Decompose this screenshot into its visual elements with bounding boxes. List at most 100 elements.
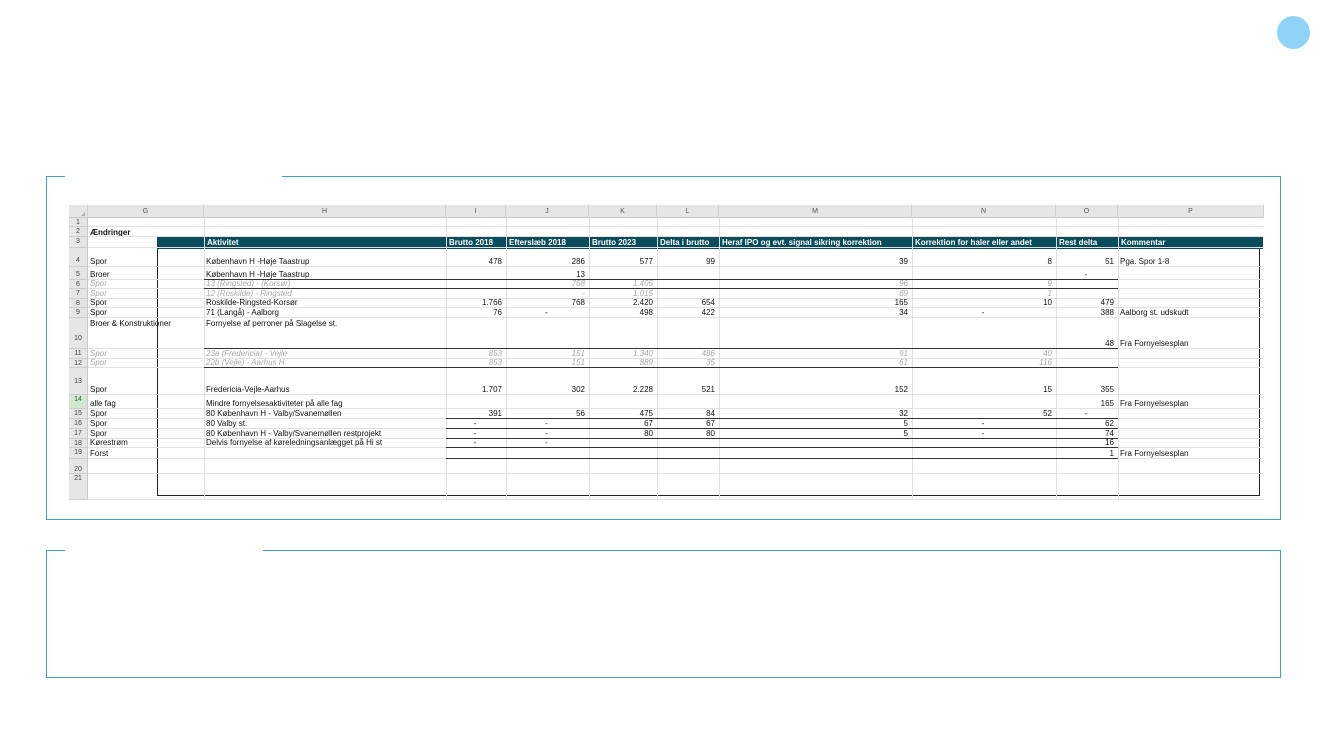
cell-k8[interactable]: 2.420	[591, 298, 653, 308]
cell-m13[interactable]: 152	[721, 385, 908, 395]
row-header-11[interactable]: 11	[69, 349, 88, 359]
cell-g15[interactable]: Spor	[90, 409, 200, 419]
row-header-8[interactable]: 8	[69, 299, 88, 308]
header-h: Aktivitet	[207, 238, 239, 247]
cell-n4[interactable]: 8	[914, 257, 1052, 267]
cell-g16[interactable]: Spor	[90, 419, 200, 429]
row-header-5[interactable]: 5	[69, 267, 88, 280]
cell-h10[interactable]: Fornyelse af perroner på Slagelse st.	[206, 319, 442, 329]
cell-i13[interactable]: 1.707	[448, 385, 502, 395]
panel-title-gap	[65, 175, 282, 179]
cell-g13[interactable]: Spor	[90, 385, 200, 395]
column-header-j[interactable]: J	[506, 205, 589, 218]
cell-k4[interactable]: 577	[591, 257, 653, 267]
cell-g19[interactable]: Forst	[90, 449, 200, 459]
cell-o4[interactable]: 51	[1058, 257, 1114, 267]
row-header-17[interactable]: 17	[69, 429, 88, 439]
cell-g4[interactable]: Spor	[90, 257, 200, 267]
header-n: Korrektion for haler eller andet	[915, 238, 1032, 247]
cell-h18[interactable]: Delvis fornyelse af køreledningsanlægget…	[206, 438, 442, 448]
cell-o9[interactable]: 388	[1058, 308, 1114, 318]
column-header-h[interactable]: H	[204, 205, 446, 218]
header-g: Fag	[91, 238, 106, 247]
row-header-4[interactable]: 4	[69, 248, 88, 267]
cell-i4[interactable]: 478	[448, 257, 502, 267]
cell-h16[interactable]: 80 Valby st.	[206, 419, 442, 429]
header-o: Rest delta	[1059, 238, 1098, 247]
header-k: Brutto 2023	[592, 238, 637, 247]
row-header-15[interactable]: 15	[69, 409, 88, 419]
cell-g10[interactable]: Broer & Konstruktioner	[90, 319, 200, 329]
row-header-7[interactable]: 7	[69, 289, 88, 299]
cell-h15[interactable]: 80 København H - Valby/Svanemøllen	[206, 409, 442, 419]
cell-i8[interactable]: 1.766	[448, 298, 502, 308]
cell-n13[interactable]: 15	[914, 385, 1052, 395]
column-header-o[interactable]: O	[1056, 205, 1118, 218]
grid-row-line	[88, 473, 1264, 474]
row-header-20[interactable]: 20	[69, 459, 88, 474]
cell-o14[interactable]: 165	[1058, 399, 1114, 409]
table-rule	[446, 418, 1118, 419]
cell-m4[interactable]: 39	[721, 257, 908, 267]
row-header-3[interactable]: 3	[69, 237, 88, 248]
cell-j9[interactable]: -	[508, 308, 585, 318]
cell-h8[interactable]: Roskilde-Ringsted-Korsør	[206, 298, 442, 308]
cell-g9[interactable]: Spor	[90, 308, 200, 318]
cell-j8[interactable]: 768	[508, 298, 585, 308]
cell-h14[interactable]: Mindre fornyelsesaktiviteter på alle fag	[206, 399, 442, 409]
cell-g14[interactable]: alle fag	[90, 399, 200, 409]
column-header-k[interactable]: K	[589, 205, 657, 218]
cell-g18[interactable]: Kørestrøm	[90, 438, 200, 448]
cell-o13[interactable]: 355	[1058, 385, 1114, 395]
cell-k13[interactable]: 2.228	[591, 385, 653, 395]
cell-p4[interactable]: Pga. Spor 1-8	[1120, 257, 1260, 267]
column-header-p[interactable]: P	[1118, 205, 1264, 218]
cell-j4[interactable]: 286	[508, 257, 585, 267]
cell-h4[interactable]: København H -Høje Taastrup	[206, 257, 442, 267]
row-header-14[interactable]: 14	[69, 395, 88, 409]
row-header-19[interactable]: 19	[69, 448, 88, 459]
cell-n9[interactable]: -	[914, 308, 1052, 318]
column-header-bar: GHIJKLMNOP	[69, 205, 1264, 218]
cell-l8[interactable]: 654	[659, 298, 715, 308]
row-header-2[interactable]: 2	[69, 227, 88, 237]
cell-h13[interactable]: Fredericia-Vejle-Aarhus	[206, 385, 442, 395]
row-header-1[interactable]: 1	[69, 218, 88, 227]
cell-l9[interactable]: 422	[659, 308, 715, 318]
cell-g8[interactable]: Spor	[90, 298, 200, 308]
table-rule	[446, 458, 1118, 459]
cell-i9[interactable]: 76	[448, 308, 502, 318]
row-header-12[interactable]: 12	[69, 359, 88, 368]
cell-h9[interactable]: 71 (Langå) - Aalborg	[206, 308, 442, 318]
cell-g12[interactable]: Spor	[90, 358, 200, 368]
row-header-18[interactable]: 18	[69, 439, 88, 448]
cell-l4[interactable]: 99	[659, 257, 715, 267]
cell-n8[interactable]: 10	[914, 298, 1052, 308]
row-header-21[interactable]: 21	[69, 474, 88, 500]
row-header-9[interactable]: 9	[69, 308, 88, 318]
table-rule	[204, 348, 1118, 349]
row-header-6[interactable]: 6	[69, 280, 88, 289]
cell-p10[interactable]: Fra Fornyelsesplan	[1120, 339, 1260, 349]
row-header-13[interactable]: 13	[69, 368, 88, 395]
cell-l13[interactable]: 521	[659, 385, 715, 395]
select-all-corner[interactable]	[69, 205, 88, 218]
spreadsheet: GHIJKLMNOP Ændringer 1 2 3 4 5 6 7 8 9 10 11 12 13 14…	[69, 205, 1264, 500]
row-header-16[interactable]: 16	[69, 419, 88, 429]
column-header-n[interactable]: N	[912, 205, 1056, 218]
cell-k9[interactable]: 498	[591, 308, 653, 318]
cell-p14[interactable]: Fra Fornyelsesplan	[1120, 399, 1260, 409]
column-header-m[interactable]: M	[719, 205, 912, 218]
cell-o8[interactable]: 479	[1058, 298, 1114, 308]
column-header-l[interactable]: L	[657, 205, 719, 218]
row-header-10[interactable]: 10	[69, 318, 88, 349]
table-rule	[204, 288, 1118, 289]
cell-p9[interactable]: Aalborg st. udskudt	[1120, 308, 1260, 318]
cell-g6[interactable]: Spor	[90, 279, 200, 289]
cell-m8[interactable]: 165	[721, 298, 908, 308]
cell-j13[interactable]: 302	[508, 385, 585, 395]
cell-m9[interactable]: 34	[721, 308, 908, 318]
column-header-g[interactable]: G	[88, 205, 204, 218]
cell-p19[interactable]: Fra Fornyelsesplan	[1120, 449, 1260, 459]
column-header-i[interactable]: I	[446, 205, 506, 218]
